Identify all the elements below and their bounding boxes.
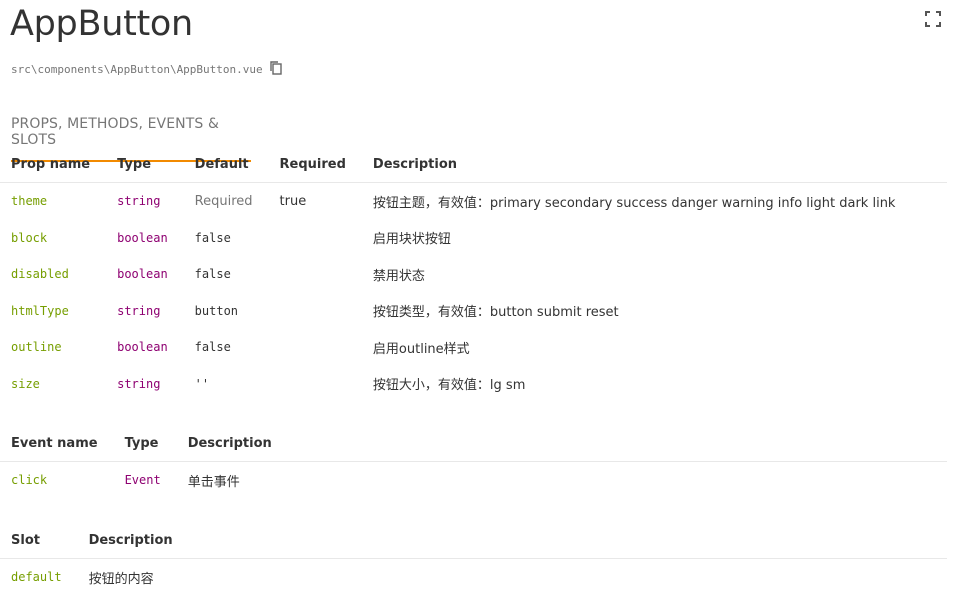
prop-required [269,220,362,257]
prop-default: '' [194,376,210,391]
prop-default: false [194,230,231,245]
table-row: theme string Required true 按钮主题，有效值：prim… [0,183,947,220]
column-header: Prop name [0,147,107,183]
prop-default: button [194,303,239,318]
prop-name: block [11,230,48,245]
prop-name: size [11,376,40,391]
props-table: Prop name Type Default Required Descript… [0,147,947,402]
prop-required [269,366,362,403]
slot-description: 按钮的内容 [88,571,154,587]
prop-required: true [279,193,307,209]
table-row: block boolean false 启用块状按钮 [0,220,947,257]
table-row: size string '' 按钮大小，有效值：lg sm [0,366,947,403]
event-description: 单击事件 [187,474,240,490]
source-path: src\components\AppButton\AppButton.vue [11,63,263,76]
column-header: Type [113,426,177,462]
prop-description: 启用outline样式 [372,341,470,357]
column-header: Description [361,147,947,183]
prop-required [269,293,362,330]
prop-name: theme [11,194,48,209]
column-header: Slot [0,523,78,559]
column-header: Event name [0,426,114,462]
slots-table: Slot Description default 按钮的内容 [0,523,947,596]
fullscreen-button[interactable] [924,10,942,28]
table-header-row: Event name Type Description [0,426,947,462]
prop-type: boolean [117,267,168,282]
prop-description: 按钮大小，有效值：lg sm [372,378,526,394]
prop-type: string [117,194,161,209]
events-table: Event name Type Description click Event … [0,426,947,499]
prop-default: Required [194,193,253,209]
prop-required [269,329,362,366]
prop-description: 启用块状按钮 [372,232,451,248]
table-row: disabled boolean false 禁用状态 [0,256,947,293]
source-path-row: src\components\AppButton\AppButton.vue [11,60,283,80]
table-row: click Event 单击事件 [0,462,947,499]
table-header-row: Slot Description [0,523,947,559]
table-row: outline boolean false 启用outline样式 [0,329,947,366]
column-header: Default [183,147,269,183]
column-header: Required [268,147,362,183]
fullscreen-icon [925,11,941,27]
prop-type: boolean [117,230,168,245]
prop-required [269,256,362,293]
prop-description: 按钮主题，有效值：primary secondary success dange… [372,195,896,211]
prop-description: 禁用状态 [372,268,425,284]
copy-icon [269,61,282,75]
table-row: default 按钮的内容 [0,559,947,596]
prop-type: string [117,376,161,391]
prop-name: htmlType [11,303,69,318]
table-row: htmlType string button 按钮类型，有效值：button s… [0,293,947,330]
prop-type: string [117,303,161,318]
column-header: Description [176,426,947,462]
prop-name: disabled [11,267,69,282]
prop-description: 按钮类型，有效值：button submit reset [372,305,619,321]
slot-name: default [11,570,62,585]
copy-path-button[interactable] [269,60,283,76]
prop-default: false [194,267,231,282]
prop-default: false [194,340,231,355]
event-name: click [11,473,48,488]
column-header: Type [106,147,184,183]
prop-type: boolean [117,340,168,355]
prop-name: outline [11,340,62,355]
column-header: Description [77,523,947,559]
page-title: AppButton [10,4,193,44]
table-header-row: Prop name Type Default Required Descript… [0,147,947,183]
event-type: Event [124,473,161,488]
